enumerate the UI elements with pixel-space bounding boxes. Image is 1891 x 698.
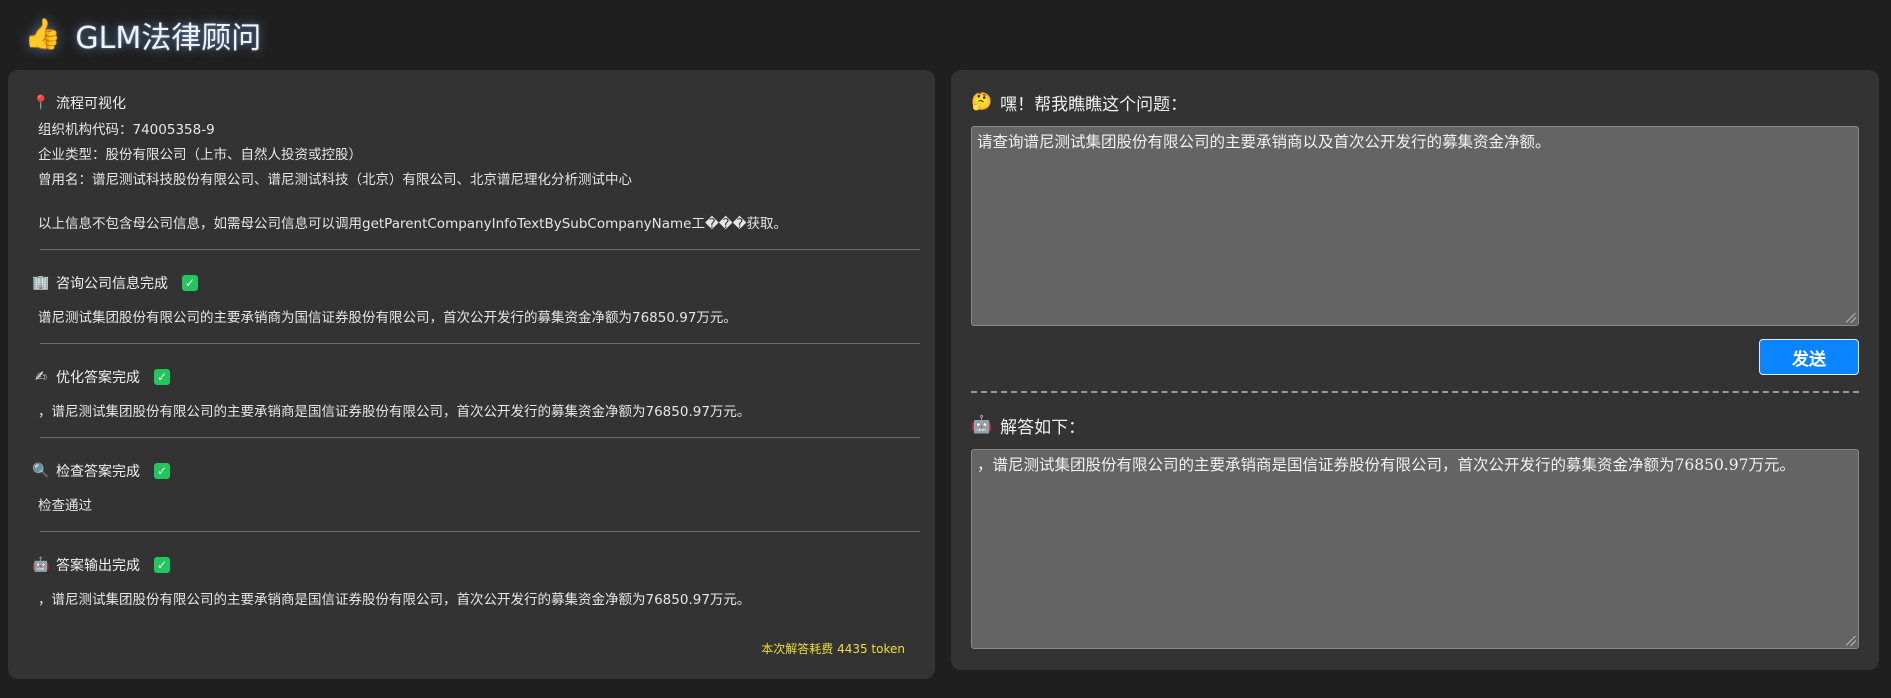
question-input-value: 请查询谱尼测试集团股份有限公司的主要承销商以及首次公开发行的募集资金净额。 [977,133,1551,151]
step-body: 检查通过 [38,498,92,514]
answer-output[interactable]: ，谱尼测试集团股份有限公司的主要承销商是国信证券股份有限公司，首次公开发行的募集… [971,449,1859,649]
org-code-line: 组织机构代码：74005358-9 [38,122,215,138]
question-label-text: 嘿！帮我瞧瞧这个问题： [1000,94,1188,115]
send-button[interactable]: 发送 [1759,339,1859,375]
resize-handle[interactable] [1846,313,1856,323]
former-names-line: 曾用名：谱尼测试科技股份有限公司、谱尼测试科技（北京）有限公司、北京谱尼理化分析… [38,172,632,188]
building-icon: 🏢 [32,275,50,291]
process-header-label: 流程可视化 [56,96,126,112]
qa-panel: 🤔 嘿！帮我瞧瞧这个问题： 请查询谱尼测试集团股份有限公司的主要承销商以及首次公… [951,70,1879,670]
thinking-face-icon: 🤔 [971,92,993,112]
step-body: ，谱尼测试集团股份有限公司的主要承销商是国信证券股份有限公司，首次公开发行的募集… [38,592,751,608]
step-label: 优化答案完成 [56,370,140,386]
pin-icon: 📍 [32,95,50,111]
check-icon: ✓ [154,557,170,573]
step-label: 咨询公司信息完成 [56,276,168,292]
app-header: 👍 GLM法律顾问 [24,10,261,60]
step-body: ，谱尼测试集团股份有限公司的主要承销商是国信证券股份有限公司，首次公开发行的募集… [38,404,751,420]
step-optimize-answer: ✍ 优化答案完成 ✓ ，谱尼测试集团股份有限公司的主要承销商是国信证券股份有限公… [32,344,911,423]
step-check-answer: 🔍 检查答案完成 ✓ 检查通过 [32,438,911,517]
writing-hand-icon: ✍ [35,369,47,385]
step-label: 答案输出完成 [56,558,140,574]
process-header: 📍 流程可视化 [32,92,911,114]
step-output-answer: 🤖 答案输出完成 ✓ ，谱尼测试集团股份有限公司的主要承销商是国信证券股份有限公… [32,532,911,611]
robot-icon: 🤖 [971,415,993,435]
app-title: GLM法律顾问 [75,21,262,56]
resize-handle[interactable] [1846,636,1856,646]
answer-label-text: 解答如下： [1000,417,1086,438]
step-label: 检查答案完成 [56,464,140,480]
process-visualization-panel: 📍 流程可视化 组织机构代码：74005358-9 企业类型：股份有限公司（上市… [8,70,935,679]
check-icon: ✓ [154,463,170,479]
step-consult-company: 🏢 咨询公司信息完成 ✓ 谱尼测试集团股份有限公司的主要承销商为国信证券股份有限… [32,250,911,329]
answer-output-value: ，谱尼测试集团股份有限公司的主要承销商是国信证券股份有限公司，首次公开发行的募集… [977,456,1795,474]
dashed-divider [971,391,1859,393]
question-input[interactable]: 请查询谱尼测试集团股份有限公司的主要承销商以及首次公开发行的募集资金净额。 [971,126,1859,326]
thumbs-up-icon: 👍 [24,17,62,52]
company-type-line: 企业类型：股份有限公司（上市、自然人投资或控股） [38,147,362,163]
parent-company-note: 以上信息不包含母公司信息，如需母公司信息可以调用getParentCompany… [38,216,787,232]
question-label: 🤔 嘿！帮我瞧瞧这个问题： [971,88,1859,116]
answer-label: 🤖 解答如下： [971,411,1859,439]
step-body: 谱尼测试集团股份有限公司的主要承销商为国信证券股份有限公司，首次公开发行的募集资… [38,310,737,326]
magnifier-icon: 🔍 [32,463,50,479]
check-icon: ✓ [154,369,170,385]
token-cost: 本次解答耗费 4435 token [761,642,905,656]
company-info: 组织机构代码：74005358-9 企业类型：股份有限公司（上市、自然人投资或控… [32,118,911,193]
robot-icon: 🤖 [32,557,50,573]
check-icon: ✓ [182,275,198,291]
